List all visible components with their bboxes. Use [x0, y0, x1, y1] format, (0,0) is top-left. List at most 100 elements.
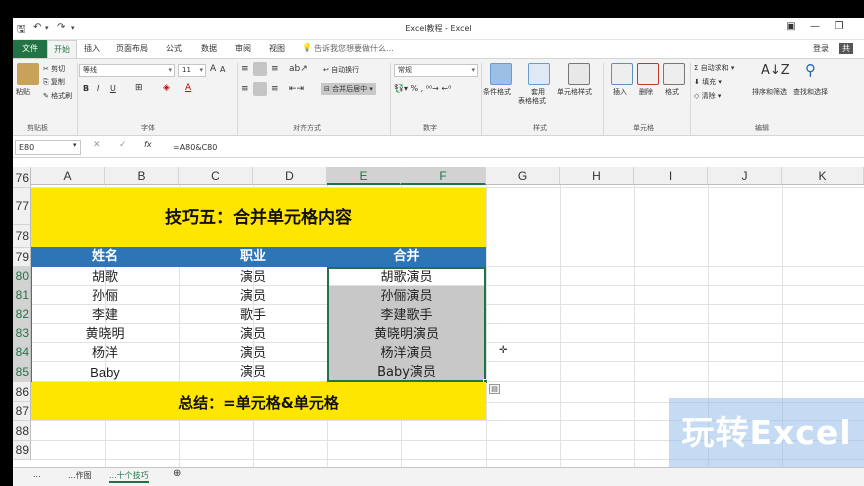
- row-header-81[interactable]: 81: [13, 286, 31, 305]
- italic-button[interactable]: I: [97, 84, 99, 93]
- merge-center-button[interactable]: ⊟ 合并后居中 ▾: [321, 83, 376, 95]
- row-header-85[interactable]: 85: [13, 362, 31, 382]
- font-size-select[interactable]: 11: [178, 64, 206, 77]
- conditional-format-label[interactable]: 条件格式: [483, 87, 511, 97]
- paste-button-label[interactable]: 粘贴: [16, 87, 30, 97]
- align-top-icon[interactable]: ≡: [241, 64, 249, 74]
- conditional-format-icon[interactable]: [490, 63, 512, 85]
- format-cells-icon[interactable]: [663, 63, 685, 85]
- format-as-table-label-2[interactable]: 表格格式: [518, 96, 546, 106]
- find-select-icon[interactable]: ⚲: [805, 61, 816, 79]
- table-cell-name[interactable]: Baby: [31, 363, 179, 382]
- table-cell-name[interactable]: 杨洋: [31, 344, 179, 363]
- borders-icon[interactable]: ⊞: [135, 83, 143, 93]
- column-header-e[interactable]: E: [327, 167, 401, 185]
- tab-file[interactable]: 文件: [13, 40, 47, 58]
- row-header-80[interactable]: 80: [13, 267, 31, 286]
- table-cell-job[interactable]: 演员: [179, 344, 327, 363]
- header-cell-job[interactable]: 职业: [179, 247, 327, 267]
- table-cell-job[interactable]: 演员: [179, 363, 327, 382]
- wrap-text-button[interactable]: ↩ 自动换行: [323, 65, 359, 75]
- clear-button[interactable]: ◇ 清除 ▾: [694, 91, 721, 101]
- table-cell-merge[interactable]: 黄晓明演员: [327, 325, 486, 344]
- paste-icon[interactable]: [17, 63, 39, 85]
- column-header-i[interactable]: I: [634, 167, 708, 185]
- tab-insert[interactable]: 插入: [84, 43, 100, 54]
- delete-cells-label[interactable]: 删除: [639, 87, 653, 97]
- header-cell-merge[interactable]: 合并: [327, 247, 486, 267]
- row-header-76[interactable]: 76: [13, 168, 31, 188]
- table-cell-job[interactable]: 演员: [179, 268, 327, 287]
- table-cell-name[interactable]: 黄晓明: [31, 325, 179, 344]
- sign-in-link[interactable]: 登录: [813, 43, 829, 54]
- underline-button[interactable]: U: [110, 84, 116, 93]
- cell-styles-label[interactable]: 单元格样式: [557, 87, 592, 97]
- align-center-icon[interactable]: [253, 82, 267, 96]
- enter-icon[interactable]: ✓: [119, 140, 127, 150]
- ribbon-display-icon[interactable]: ▣: [781, 21, 801, 35]
- column-header-d[interactable]: D: [253, 167, 327, 185]
- orientation-icon[interactable]: ab↗: [289, 64, 308, 74]
- row-header-87[interactable]: 87: [13, 402, 31, 421]
- share-button[interactable]: 共: [839, 43, 853, 54]
- table-cell-merge[interactable]: 李建歌手: [327, 306, 486, 325]
- row-header-89[interactable]: 89: [13, 441, 31, 460]
- row-header-86[interactable]: 86: [13, 382, 31, 402]
- restore-icon[interactable]: ❐: [829, 21, 849, 35]
- table-cell-merge[interactable]: Baby演员: [327, 363, 486, 382]
- column-header-j[interactable]: J: [708, 167, 782, 185]
- tab-formulas[interactable]: 公式: [166, 43, 182, 54]
- grow-font-icon[interactable]: A: [210, 64, 216, 74]
- column-header-f[interactable]: F: [401, 167, 486, 185]
- name-box[interactable]: E80: [15, 140, 81, 155]
- minimize-icon[interactable]: —: [805, 21, 825, 35]
- copy-button[interactable]: ⎘ 复制: [43, 77, 65, 87]
- table-cell-name[interactable]: 胡歌: [31, 268, 179, 287]
- row-header-83[interactable]: 83: [13, 324, 31, 343]
- insert-function-icon[interactable]: fx: [144, 140, 152, 149]
- header-cell-name[interactable]: 姓名: [31, 247, 179, 267]
- cancel-icon[interactable]: ✕: [93, 140, 101, 150]
- column-header-c[interactable]: C: [179, 167, 253, 185]
- add-sheet-icon[interactable]: ⊕: [173, 468, 181, 479]
- tell-me-box[interactable]: 告诉我您想要做什么...: [314, 43, 394, 54]
- format-painter-button[interactable]: ✎ 格式刷: [43, 91, 72, 101]
- autosum-button[interactable]: Σ 自动求和 ▾: [694, 63, 734, 73]
- bold-button[interactable]: B: [83, 84, 89, 93]
- formula-input[interactable]: =A80&C80: [173, 140, 861, 155]
- delete-cells-icon[interactable]: [637, 63, 659, 85]
- tab-home[interactable]: 开始: [47, 40, 77, 58]
- row-header-77[interactable]: 77: [13, 188, 31, 225]
- sort-filter-icon[interactable]: A↓Z: [761, 63, 790, 78]
- column-header-b[interactable]: B: [105, 167, 179, 185]
- insert-cells-label[interactable]: 插入: [613, 87, 627, 97]
- column-header-h[interactable]: H: [560, 167, 634, 185]
- font-color-icon[interactable]: A: [185, 83, 191, 93]
- number-format-select[interactable]: 常规: [394, 64, 478, 77]
- row-header-82[interactable]: 82: [13, 305, 31, 324]
- table-cell-name[interactable]: 李建: [31, 306, 179, 325]
- sort-filter-label[interactable]: 排序和筛选: [752, 87, 787, 97]
- tab-data[interactable]: 数据: [201, 43, 217, 54]
- sheet-tab-tips[interactable]: ...十个技巧: [109, 470, 149, 483]
- sheet-tab-overflow[interactable]: ...: [33, 470, 41, 479]
- sheet-tab-chart[interactable]: ...作图: [68, 470, 92, 481]
- quick-analysis-icon[interactable]: ▤: [489, 384, 500, 394]
- cell-styles-icon[interactable]: [568, 63, 590, 85]
- fill-button[interactable]: ⬇ 填充 ▾: [694, 77, 722, 87]
- column-header-g[interactable]: G: [486, 167, 560, 185]
- row-header-88[interactable]: 88: [13, 421, 31, 441]
- table-cell-merge[interactable]: 杨洋演员: [327, 344, 486, 363]
- table-cell-job[interactable]: 演员: [179, 287, 327, 306]
- tab-review[interactable]: 审阅: [235, 43, 251, 54]
- row-header-84[interactable]: 84: [13, 343, 31, 362]
- row-header-78[interactable]: 78: [13, 225, 31, 248]
- column-header-a[interactable]: A: [31, 167, 105, 185]
- table-cell-merge[interactable]: 孙俪演员: [327, 287, 486, 306]
- table-cell-merge[interactable]: 胡歌演员: [327, 268, 486, 287]
- currency-icon[interactable]: 💱▾ % , ⁰⁰→ ←⁰: [394, 84, 451, 93]
- align-right-icon[interactable]: ≡: [271, 84, 279, 94]
- format-as-table-icon[interactable]: [528, 63, 550, 85]
- insert-cells-icon[interactable]: [611, 63, 633, 85]
- shrink-font-icon[interactable]: A: [220, 65, 225, 74]
